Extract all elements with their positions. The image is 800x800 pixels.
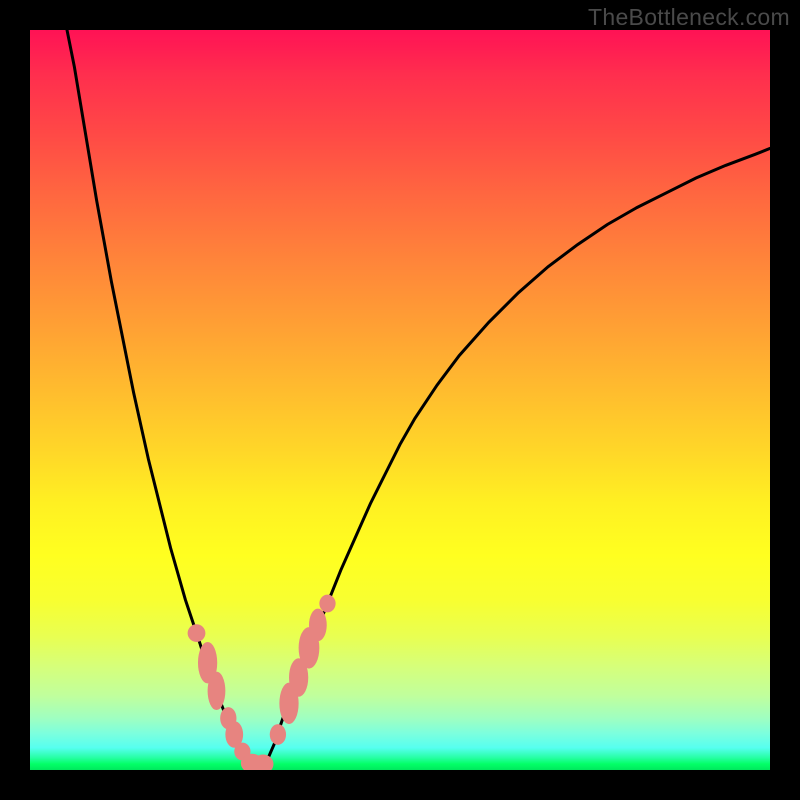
curve-marker — [208, 672, 226, 710]
plot-area — [30, 30, 770, 770]
bottleneck-curve — [67, 30, 770, 766]
watermark-text: TheBottleneck.com — [588, 4, 790, 31]
curve-marker — [309, 609, 327, 642]
curve-marker — [270, 724, 286, 745]
curve-marker — [319, 595, 335, 613]
curve-marker — [188, 624, 206, 642]
curve-markers — [188, 595, 336, 770]
curve-svg — [30, 30, 770, 770]
chart-frame: TheBottleneck.com — [0, 0, 800, 800]
